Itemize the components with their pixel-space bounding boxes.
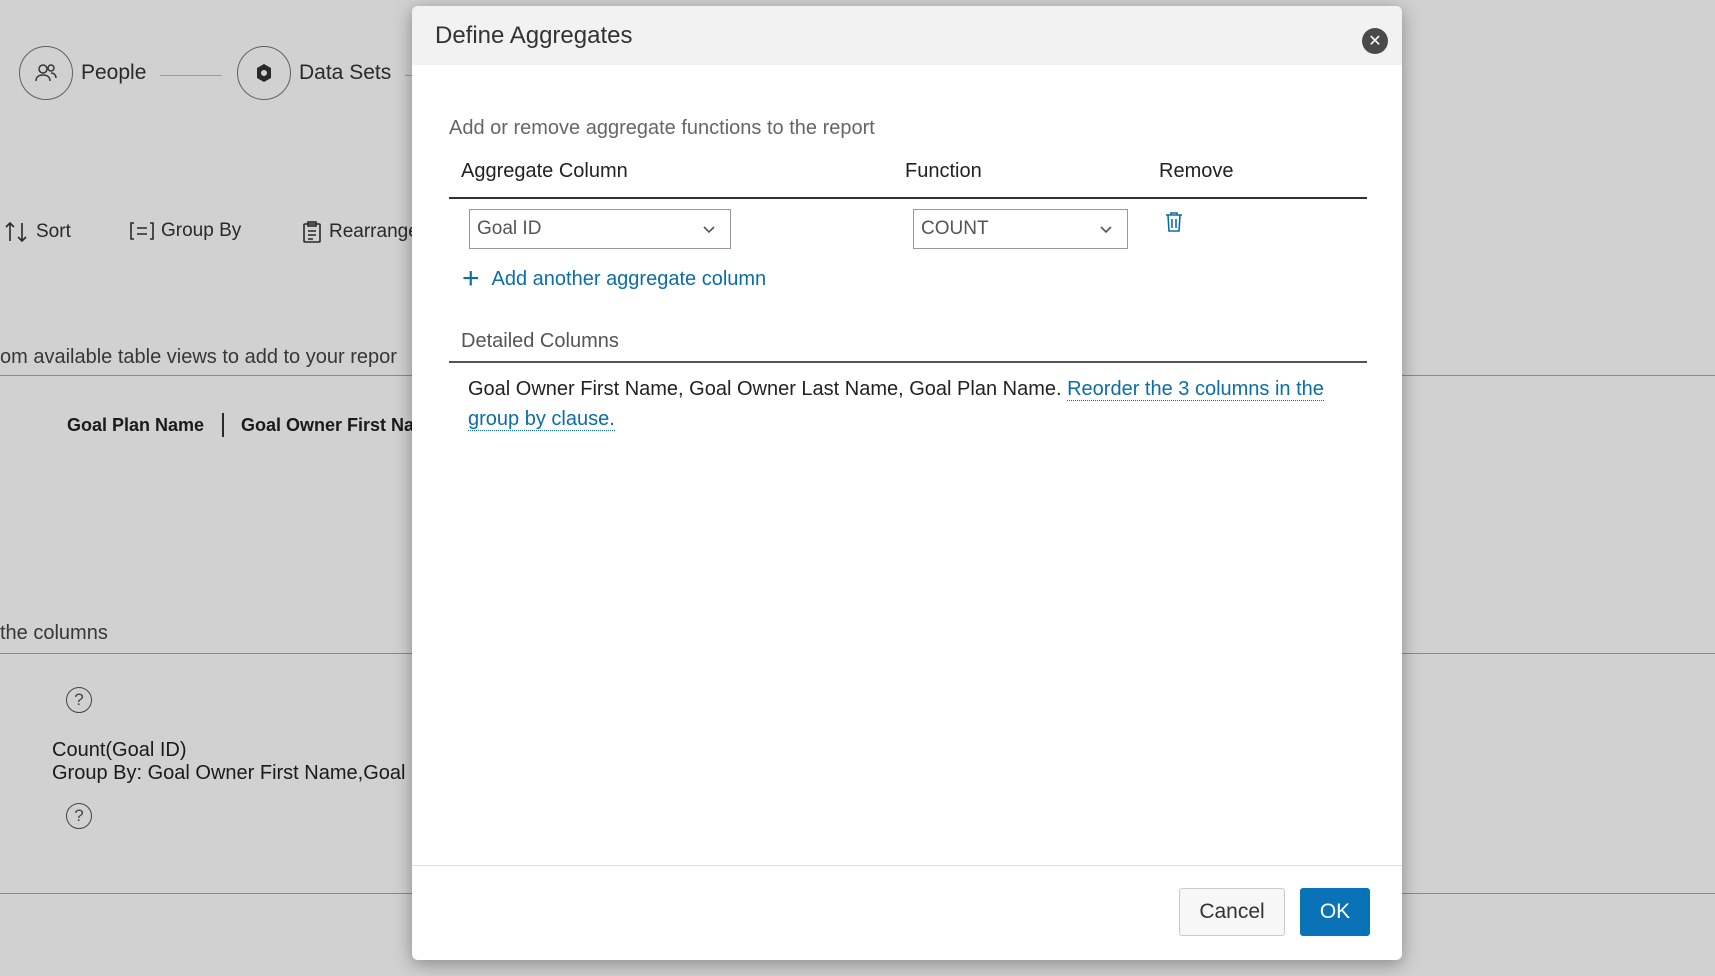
table-header-rule (449, 197, 1367, 199)
ok-button[interactable]: OK (1300, 888, 1370, 936)
aggregate-column-value: Goal ID (477, 218, 542, 239)
plus-icon: + (462, 262, 480, 295)
detailed-columns-title: Detailed Columns (461, 330, 619, 352)
dialog-title: Define Aggregates (435, 22, 633, 49)
dialog-description: Add or remove aggregate functions to the… (449, 117, 875, 139)
function-select[interactable]: COUNT (913, 209, 1128, 249)
add-aggregate-column-link[interactable]: + Add another aggregate column (462, 264, 766, 294)
function-value: COUNT (921, 218, 989, 239)
header-remove: Remove (1159, 160, 1234, 182)
close-icon[interactable]: ✕ (1362, 28, 1388, 54)
header-function: Function (905, 160, 982, 182)
trash-icon[interactable] (1163, 210, 1185, 239)
chevron-down-icon (703, 226, 715, 234)
detailed-columns-rule (449, 361, 1367, 363)
header-aggregate-column: Aggregate Column (461, 160, 628, 182)
detailed-columns-list: Goal Owner First Name, Goal Owner Last N… (468, 378, 1068, 400)
define-aggregates-dialog: Define Aggregates ✕ Add or remove aggreg… (412, 6, 1402, 960)
dialog-footer-rule (412, 865, 1402, 866)
detailed-columns-text: Goal Owner First Name, Goal Owner Last N… (468, 374, 1348, 434)
aggregate-column-select[interactable]: Goal ID (469, 209, 731, 249)
cancel-button[interactable]: Cancel (1179, 888, 1285, 936)
add-aggregate-column-label: Add another aggregate column (491, 267, 767, 290)
chevron-down-icon (1100, 226, 1112, 234)
